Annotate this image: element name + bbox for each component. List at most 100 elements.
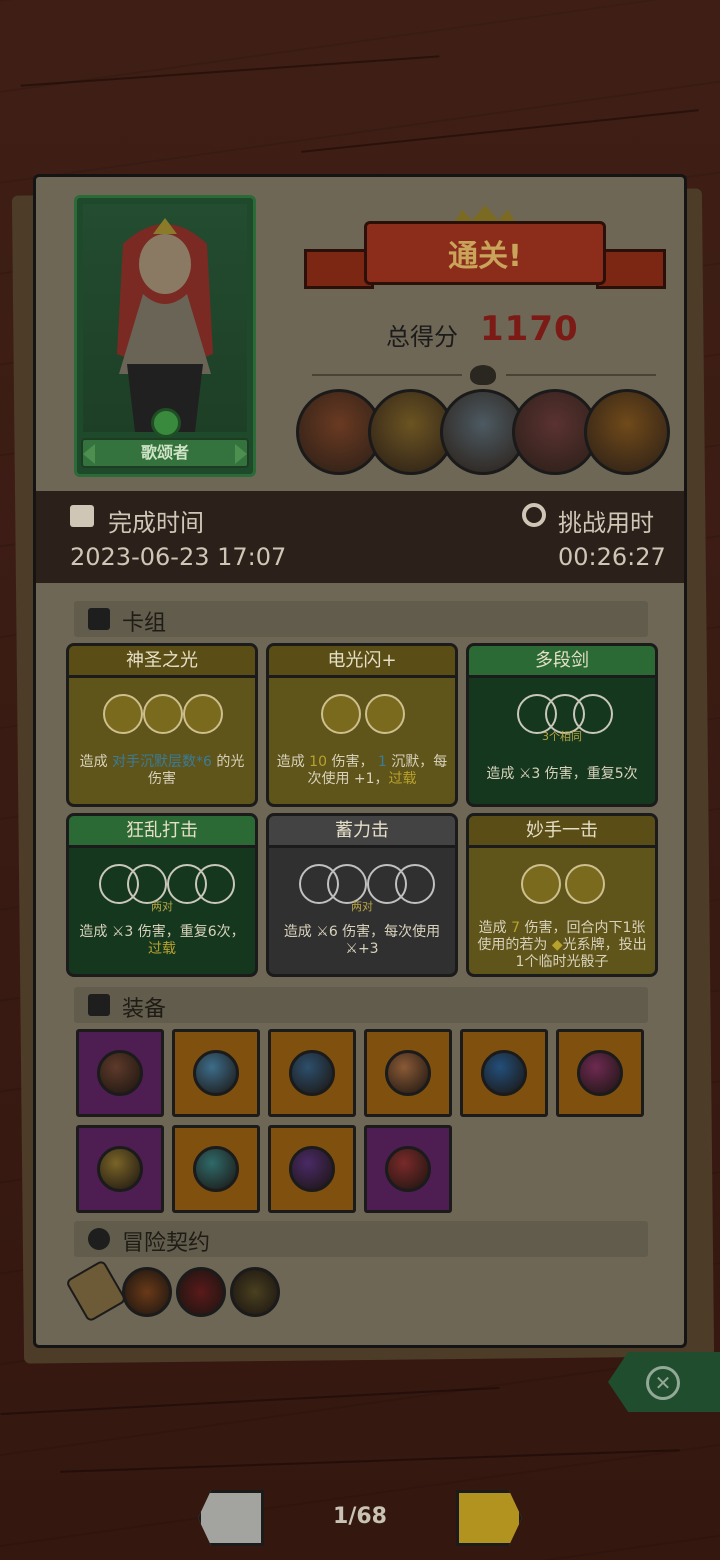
card-title: 蓄力击 — [269, 816, 455, 848]
sword-icon: ⚔ — [518, 766, 532, 782]
defeated-bosses — [296, 389, 674, 479]
sword-icon: ⚔ — [111, 924, 125, 940]
deck-card[interactable]: 多段剑 3个相同 造成 ⚔3 伤害，重复5次 — [466, 643, 658, 807]
sword-icon: ⚔ — [316, 924, 329, 940]
boss-divider — [298, 365, 670, 385]
result-panel: 歌颂者 通关! 总得分 1170 完成时间 2023-06-23 17:07 挑… — [33, 174, 687, 1348]
scroll-icon[interactable] — [64, 1259, 128, 1323]
equipment-section-header: 装备 — [74, 987, 648, 1023]
banner-tail-right — [596, 249, 666, 289]
time-strip: 完成时间 2023-06-23 17:07 挑战用时 00:26:27 — [36, 491, 684, 583]
card-condition: 两对 — [151, 900, 173, 913]
card-description: 造成 ⚔3 伤害，重复5次 — [486, 766, 638, 782]
divider-line-left — [312, 374, 462, 376]
person-icon — [88, 1228, 110, 1250]
close-icon[interactable]: ✕ — [646, 1366, 680, 1400]
equipment-slot[interactable] — [172, 1029, 260, 1117]
hero-emblem-icon — [151, 408, 181, 438]
hero-prev-arrow-icon[interactable] — [83, 444, 95, 464]
card-title: 妙手一击 — [469, 816, 655, 848]
card-description: 造成 10 伤害， 1 沉默，每次使用 +1，过载 — [276, 754, 448, 787]
crystal-golem-boss-icon[interactable] — [584, 389, 670, 475]
equipment-slot[interactable] — [268, 1029, 356, 1117]
ruby-ring-icon — [385, 1146, 431, 1192]
equipment-slot[interactable] — [76, 1125, 164, 1213]
challenge-time-label: 挑战用时 — [558, 509, 654, 537]
next-page-button[interactable] — [456, 1490, 522, 1546]
banner-ribbon: 通关! — [364, 221, 606, 285]
deck-card[interactable]: 妙手一击 造成 7 伤害，回合内下1张使用的若为 ◆光系牌，投出1个临时光骰子 — [466, 813, 658, 977]
blue-pebbles-icon — [193, 1050, 239, 1096]
stopwatch-icon — [522, 503, 546, 527]
dice-slot — [365, 694, 405, 734]
dice-slot — [565, 864, 605, 904]
card-title: 神圣之光 — [69, 646, 255, 678]
card-title: 多段剑 — [469, 646, 655, 678]
card-description: 造成 ⚔6 伤害，每次使用 ⚔+3 — [283, 924, 441, 957]
victory-banner: 通关! — [304, 205, 666, 315]
equipment-slot[interactable] — [460, 1029, 548, 1117]
wood-grain — [300, 109, 700, 153]
hero-next-arrow-icon[interactable] — [235, 444, 247, 464]
hero-portrait-art — [117, 218, 213, 432]
deck-card[interactable]: 电光闪+ 造成 10 伤害， 1 沉默，每次使用 +1，过载 — [266, 643, 458, 807]
deck-card[interactable]: 狂乱打击 两对 造成 ⚔3 伤害，重复6次， 过载 — [66, 813, 258, 977]
light-icon: ◆ — [551, 937, 563, 953]
deck-card[interactable]: 神圣之光 造成 对手沉默层数*6 的光伤害 — [66, 643, 258, 807]
dice-slot — [321, 694, 361, 734]
purple-hood-icon — [289, 1146, 335, 1192]
lantern-contract-icon[interactable] — [230, 1267, 280, 1317]
hero-name: 歌颂者 — [81, 438, 249, 468]
contract-section-title: 冒险契约 — [122, 1231, 211, 1256]
wood-grain — [60, 1449, 680, 1473]
card-condition: 两对 — [351, 900, 373, 913]
dice-slot — [521, 864, 561, 904]
golden-dice-icon — [97, 1146, 143, 1192]
dice-slot — [183, 694, 223, 734]
finish-time-value: 2023-06-23 17:07 — [70, 543, 287, 571]
cards-icon — [88, 608, 110, 630]
equipment-slot[interactable] — [364, 1029, 452, 1117]
finish-time-label: 完成时间 — [108, 509, 204, 537]
deck-card[interactable]: 蓄力击 两对 造成 ⚔6 伤害，每次使用 ⚔+3 — [266, 813, 458, 977]
card-title: 电光闪+ — [269, 646, 455, 678]
hexagram-amulet-icon — [289, 1050, 335, 1096]
cube-icon — [88, 994, 110, 1016]
equipment-slot[interactable] — [268, 1125, 356, 1213]
equipment-slot[interactable] — [364, 1125, 452, 1213]
card-description: 造成 对手沉默层数*6 的光伤害 — [79, 754, 245, 787]
banner-title: 通关! — [448, 239, 522, 274]
dice-slot — [103, 694, 143, 734]
card-description: 造成 7 伤害，回合内下1张使用的若为 ◆光系牌，投出1个临时光骰子 — [477, 920, 647, 970]
card-description: 造成 ⚔3 伤害，重复6次， 过载 — [79, 924, 245, 957]
page-indicator: 1/68 — [333, 1504, 387, 1529]
button-shield-icon — [97, 1050, 143, 1096]
deck-section-header: 卡组 — [74, 601, 648, 637]
score-label: 总得分 — [386, 323, 458, 351]
hero-card[interactable]: 歌颂者 — [74, 195, 256, 477]
divider-line-right — [506, 374, 656, 376]
equipment-slot[interactable] — [172, 1125, 260, 1213]
red-rune-contract-icon[interactable] — [176, 1267, 226, 1317]
wood-grain — [20, 55, 440, 87]
score-value: 1170 — [480, 309, 579, 349]
card-condition: 3个相同 — [542, 730, 582, 743]
deck-section-title: 卡组 — [122, 611, 167, 636]
previous-page-button[interactable] — [198, 1490, 264, 1546]
sword-icon: ⚔ — [345, 941, 358, 957]
flame-crystal-icon — [193, 1146, 239, 1192]
skull-icon — [470, 365, 496, 385]
yin-yang-orb-icon — [577, 1050, 623, 1096]
hero-portrait — [83, 204, 247, 432]
dice-slot — [143, 694, 183, 734]
ring-medallion-icon — [385, 1050, 431, 1096]
contract-section-header: 冒险契约 — [74, 1221, 648, 1257]
film-icon — [70, 505, 94, 527]
flame-contract-icon[interactable] — [122, 1267, 172, 1317]
equipment-slot[interactable] — [556, 1029, 644, 1117]
equipment-slot[interactable] — [76, 1029, 164, 1117]
equipment-section-title: 装备 — [122, 997, 167, 1022]
challenge-time-value: 00:26:27 — [558, 543, 666, 571]
wood-grain — [0, 1386, 500, 1416]
card-title: 狂乱打击 — [69, 816, 255, 848]
